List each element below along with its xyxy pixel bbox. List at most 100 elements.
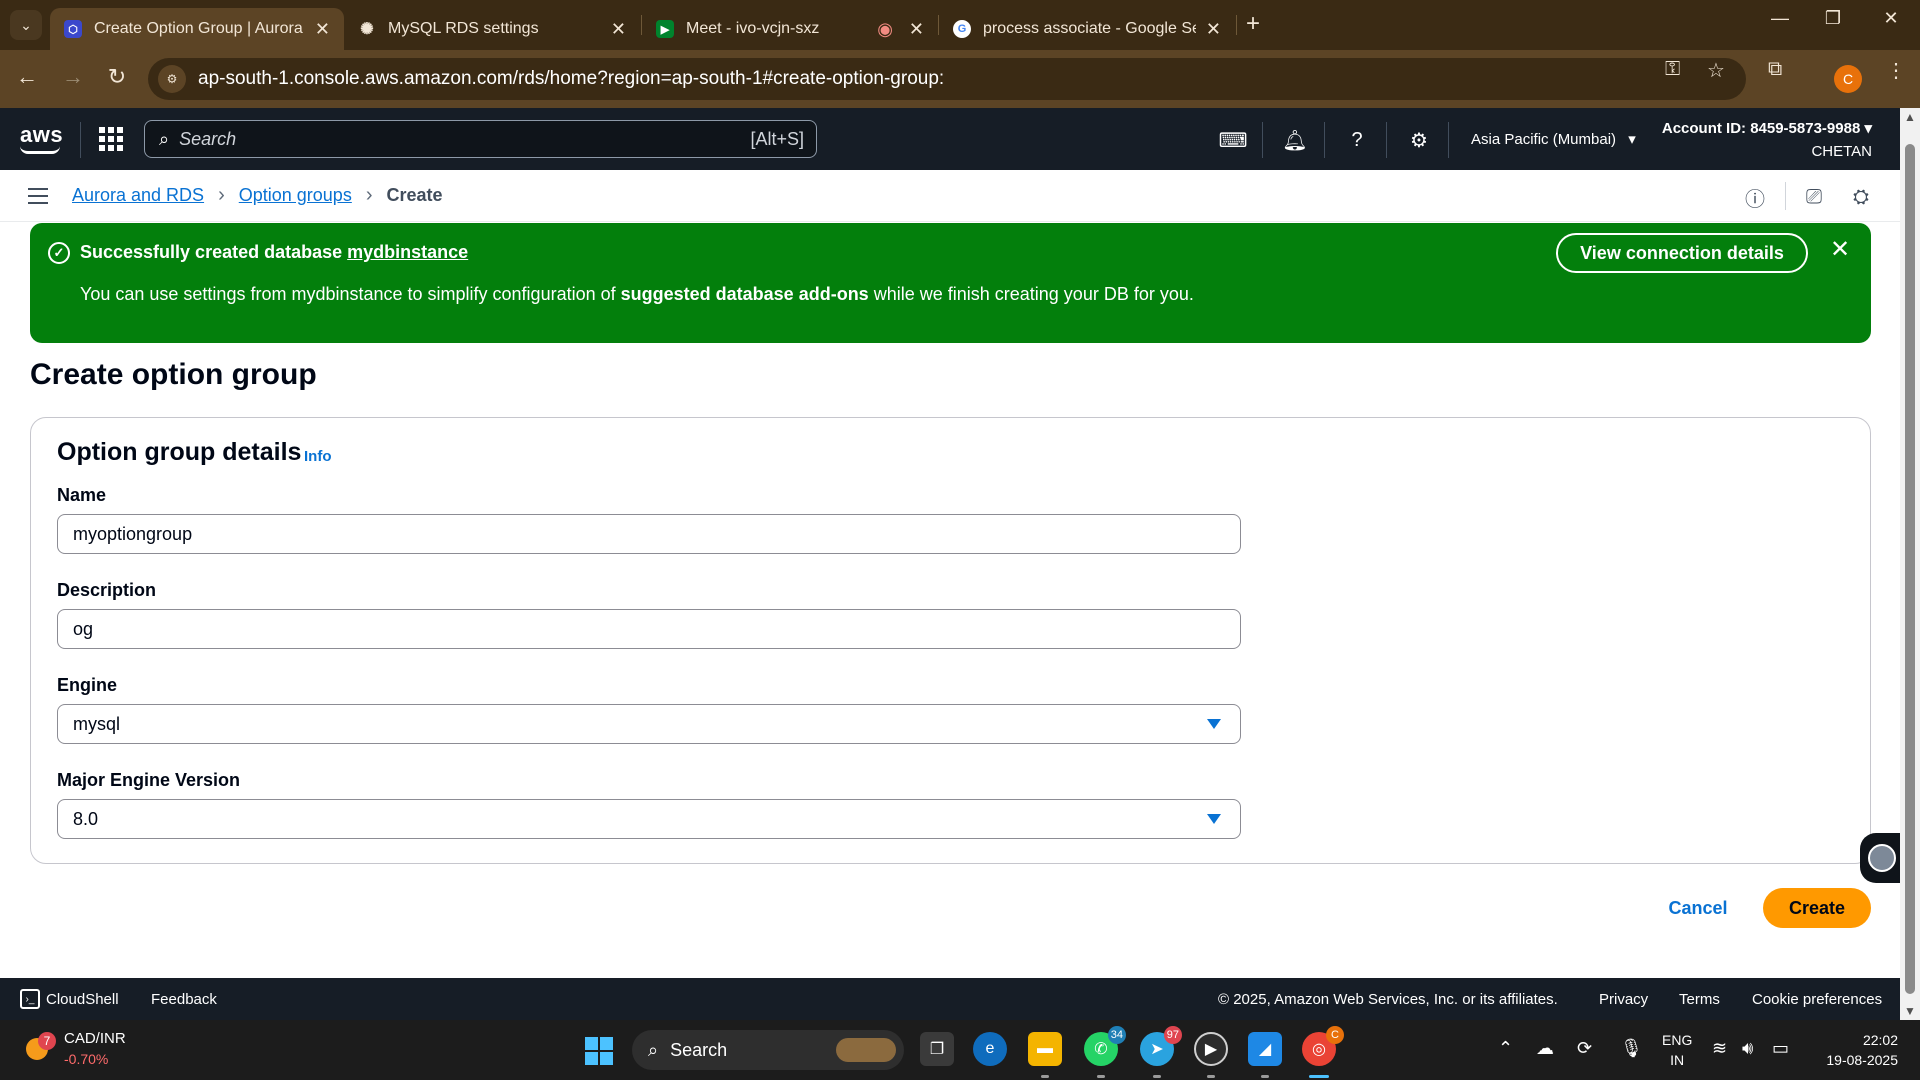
scroll-down-icon[interactable]: ▼ [1904,1004,1916,1018]
aws-console-footer: ›_ CloudShell Feedback © 2025, Amazon We… [0,978,1900,1020]
forward-button[interactable]: → [58,64,88,90]
telegram-badge: 97 [1163,1026,1182,1044]
gear-icon[interactable]: ⚙ [1405,126,1433,154]
breadcrumb-aurora-rds[interactable]: Aurora and RDS [72,185,204,206]
caret-down-icon: ▾ [1864,120,1872,137]
cookie-preferences-link[interactable]: Cookie preferences [1752,991,1882,1008]
search-icon: ⌕ [159,128,170,149]
arrow-right-icon: → [62,64,84,89]
engine-select[interactable]: mysql [57,704,1241,744]
flash-db-link[interactable]: mydbinstance [347,242,468,262]
tab-title: MySQL RDS settings [388,20,539,37]
taskbar-search-input[interactable]: ⌕ Search [632,1030,904,1070]
header-divider [1386,122,1387,158]
tab-create-option-group[interactable]: ⬡ Create Option Group | Aurora a ✕ [50,8,344,50]
cloudshell-link[interactable]: ›_ CloudShell [20,989,119,1009]
cancel-button[interactable]: Cancel [1664,890,1732,926]
bell-icon[interactable]: 🔔︎ [1281,126,1309,154]
extensions-icon[interactable]: ⧉ [1768,58,1782,81]
edge-browser-icon[interactable]: e [973,1032,1007,1066]
info-circle-icon[interactable]: ⓘ [1742,184,1768,211]
windows-start-icon[interactable] [585,1037,613,1065]
help-icon[interactable]: ? [1343,126,1371,154]
close-window-button[interactable]: ✕ [1871,8,1911,29]
terms-link[interactable]: Terms [1679,991,1720,1008]
password-key-icon[interactable]: ⚿ [1665,58,1680,81]
show-hidden-icons-icon[interactable]: ⌃ [1498,1038,1513,1059]
chrome-profile-badge: C [1326,1026,1344,1044]
whatsapp-icon[interactable]: ✆ 34 [1084,1026,1126,1066]
view-connection-details-button[interactable]: View connection details [1556,233,1808,273]
reload-button[interactable]: ↻ [102,64,132,90]
tab-google-search[interactable]: G process associate - Google Sear ✕ [939,8,1235,50]
active-app-indicator [1309,1075,1329,1078]
floating-assistant-avatar[interactable] [1860,833,1904,883]
clock[interactable]: 22:02 19-08-2025 [1818,1030,1898,1070]
header-divider [1324,122,1325,158]
media-player-icon[interactable]: ▶ [1194,1032,1228,1066]
telegram-icon[interactable]: ➤ 97 [1140,1026,1182,1066]
volume-icon[interactable]: 🔊︎ [1742,1038,1753,1059]
settings-icon[interactable]: ⛭ [1848,184,1874,210]
wifi-icon[interactable]: ≋ [1712,1038,1727,1059]
tab-mysql-rds-settings[interactable]: ✺ MySQL RDS settings ✕ [344,8,640,50]
create-button[interactable]: Create [1763,888,1871,928]
file-explorer-icon[interactable]: ▬ [1028,1032,1062,1066]
breadcrumb-option-groups[interactable]: Option groups [239,185,352,206]
browser-tab-bar: ⌄ ⬡ Create Option Group | Aurora a ✕ ✺ M… [0,0,1920,50]
tab-search-button[interactable]: ⌄ [10,10,42,40]
chevron-right-icon: › [218,184,225,206]
close-tab-icon[interactable]: ✕ [1206,19,1221,40]
new-tab-button[interactable]: + [1246,10,1260,38]
close-icon[interactable]: ✕ [1830,235,1850,264]
page-scrollbar[interactable]: ▲ ▼ [1900,108,1920,1020]
address-bar[interactable]: ⚙ ap-south-1.console.aws.amazon.com/rds/… [148,58,1746,100]
widget-text[interactable]: CAD/INR -0.70% [64,1029,126,1069]
chrome-icon[interactable]: ◎ C [1302,1026,1344,1066]
scroll-up-icon[interactable]: ▲ [1904,110,1916,124]
minimize-button[interactable]: — [1760,8,1800,29]
aws-logo[interactable]: aws [20,122,63,154]
microphone-icon[interactable]: 🎙︎ [1620,1038,1643,1059]
task-view-icon[interactable]: ❐ [920,1032,954,1066]
cloudshell-icon[interactable]: ⌨ [1219,126,1248,154]
running-indicator [1041,1075,1049,1078]
tab-google-meet[interactable]: ▶ Meet - ivo-vcjn-sxz ◉ ✕ [642,8,938,50]
restore-icon: ❐ [1824,8,1842,28]
services-grid-icon[interactable] [99,127,123,151]
privacy-link[interactable]: Privacy [1599,991,1648,1008]
plus-icon: + [1246,10,1261,37]
success-flash-banner: ✓ Successfully created database mydbinst… [30,223,1871,343]
language-line-1: ENG [1662,1032,1693,1048]
cloudshell-icon: ›_ [20,989,40,1009]
sync-icon[interactable]: ⟳ [1577,1038,1592,1059]
language-indicator[interactable]: ENG IN [1662,1030,1692,1070]
photos-icon[interactable]: ◢ [1248,1032,1282,1066]
close-tab-icon[interactable]: ✕ [909,19,924,40]
aws-rds-favicon-icon: ⬡ [64,20,82,38]
close-tab-icon[interactable]: ✕ [611,19,626,40]
account-menu[interactable]: Account ID: 8459-5873-9988 ▾ CHETAN [1662,117,1872,163]
major-engine-version-select[interactable]: 8.0 [57,799,1241,839]
engine-value: mysql [73,713,121,734]
site-info-icon[interactable]: ⚙ [158,65,186,93]
feedback-link[interactable]: Feedback [151,991,217,1008]
bookmark-star-icon[interactable]: ☆ [1707,58,1725,83]
restore-button[interactable]: ❐ [1813,8,1853,29]
onedrive-icon[interactable]: ☁ [1536,1038,1554,1059]
description-input[interactable]: og [57,609,1241,649]
close-tab-icon[interactable]: ✕ [315,19,330,40]
back-button[interactable]: ← [12,64,42,90]
info-link[interactable]: Info [304,448,332,465]
name-input[interactable]: myoptiongroup [57,514,1241,554]
battery-icon[interactable]: ▭ [1772,1038,1789,1059]
browser-menu-icon[interactable]: ⋮ [1886,58,1906,83]
hamburger-menu-icon[interactable] [28,188,48,204]
scrollbar-thumb[interactable] [1905,144,1915,994]
weather-widget[interactable]: 7 [22,1032,56,1064]
profile-avatar[interactable]: C [1834,65,1862,93]
region-selector[interactable]: Asia Pacific (Mumbai) ▾ [1471,130,1636,148]
feedback-icon[interactable]: ⎚ [1801,184,1827,210]
aws-search-input[interactable]: ⌕ Search [Alt+S] [144,120,817,158]
search-placeholder: Search [179,128,237,149]
